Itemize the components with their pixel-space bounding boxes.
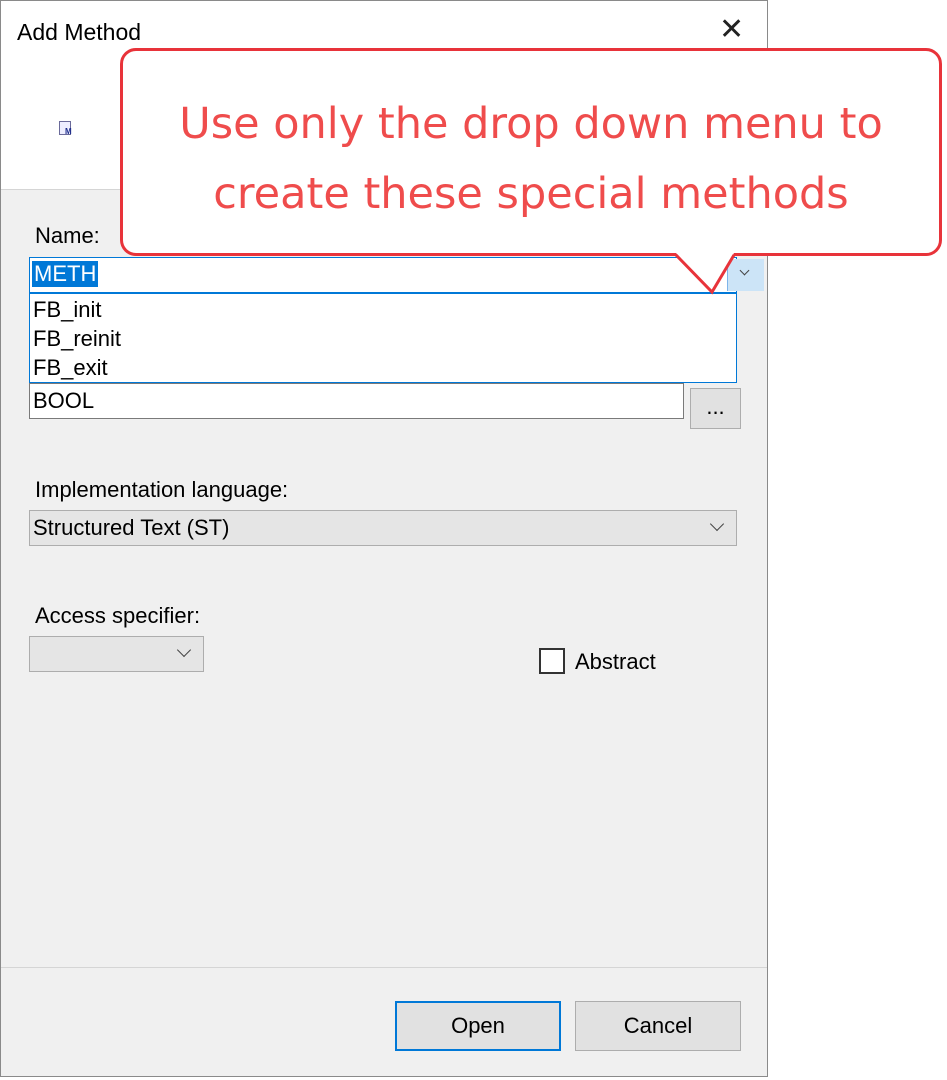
callout-pointer (674, 253, 736, 295)
